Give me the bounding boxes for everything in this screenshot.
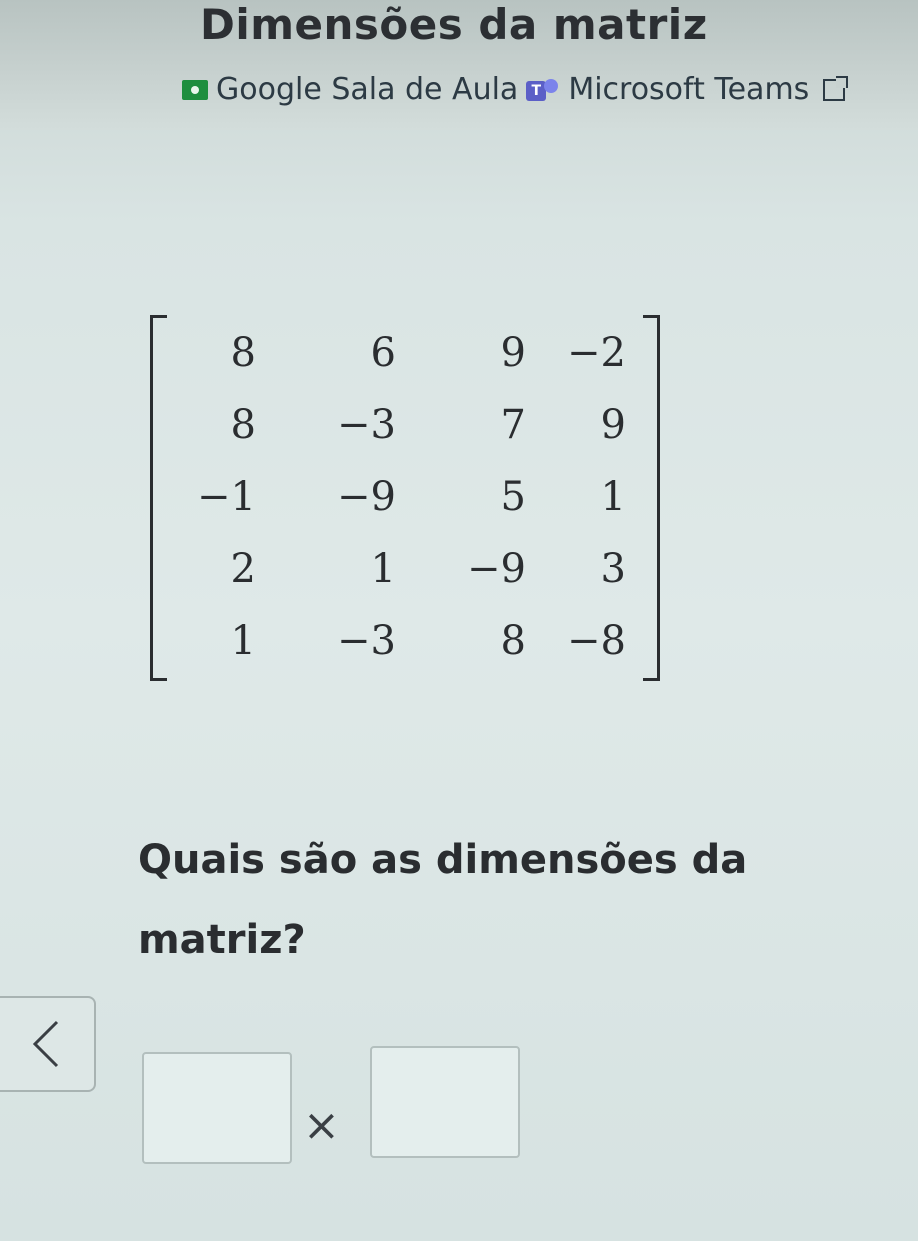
matrix-cell: 9	[500, 330, 526, 376]
back-button[interactable]	[0, 996, 96, 1092]
matrix: 8 6 9 −2 8 −3 7 9 −1 −9 5 1 2 1 −9 3 1 −…	[150, 305, 660, 700]
matrix-cell: 1	[370, 546, 396, 592]
times-symbol: ×	[303, 1100, 340, 1151]
matrix-cell: 6	[370, 330, 396, 376]
matrix-cell: −8	[567, 618, 626, 664]
page-title: Dimensões da matriz	[200, 0, 708, 49]
google-classroom-icon	[182, 79, 208, 100]
matrix-cell: 8	[500, 618, 526, 664]
microsoft-teams-link[interactable]: Microsoft Teams	[568, 72, 809, 107]
matrix-cell: 5	[500, 474, 526, 520]
matrix-grid: 8 6 9 −2 8 −3 7 9 −1 −9 5 1 2 1 −9 3 1 −…	[170, 317, 640, 677]
microsoft-teams-icon: T	[526, 77, 560, 103]
matrix-cell: −3	[337, 618, 396, 664]
chevron-left-icon	[32, 1020, 59, 1068]
matrix-cell: 2	[230, 546, 256, 592]
question-text: Quais são as dimensões da matriz?	[138, 837, 748, 963]
external-links: Google Sala de Aula T Microsoft Teams	[182, 72, 849, 107]
google-classroom-link[interactable]: Google Sala de Aula	[216, 72, 518, 107]
external-link-icon[interactable]	[823, 75, 849, 101]
matrix-cell: 7	[500, 402, 526, 448]
header: Dimensões da matriz Google Sala de Aula …	[0, 0, 918, 130]
matrix-cell: 1	[230, 618, 256, 664]
matrix-cell: 1	[600, 474, 626, 520]
matrix-cell: −3	[337, 402, 396, 448]
matrix-left-bracket	[150, 315, 167, 681]
matrix-cell: −9	[337, 474, 396, 520]
matrix-cell: −9	[467, 546, 526, 592]
matrix-cell: −1	[197, 474, 256, 520]
matrix-cell: −2	[567, 330, 626, 376]
matrix-right-bracket	[643, 315, 660, 681]
rows-answer-input[interactable]	[142, 1052, 292, 1164]
matrix-cell: 9	[600, 402, 626, 448]
matrix-cell: 3	[600, 546, 626, 592]
cols-answer-input[interactable]	[370, 1046, 520, 1158]
matrix-cell: 8	[230, 330, 256, 376]
matrix-cell: 8	[230, 402, 256, 448]
